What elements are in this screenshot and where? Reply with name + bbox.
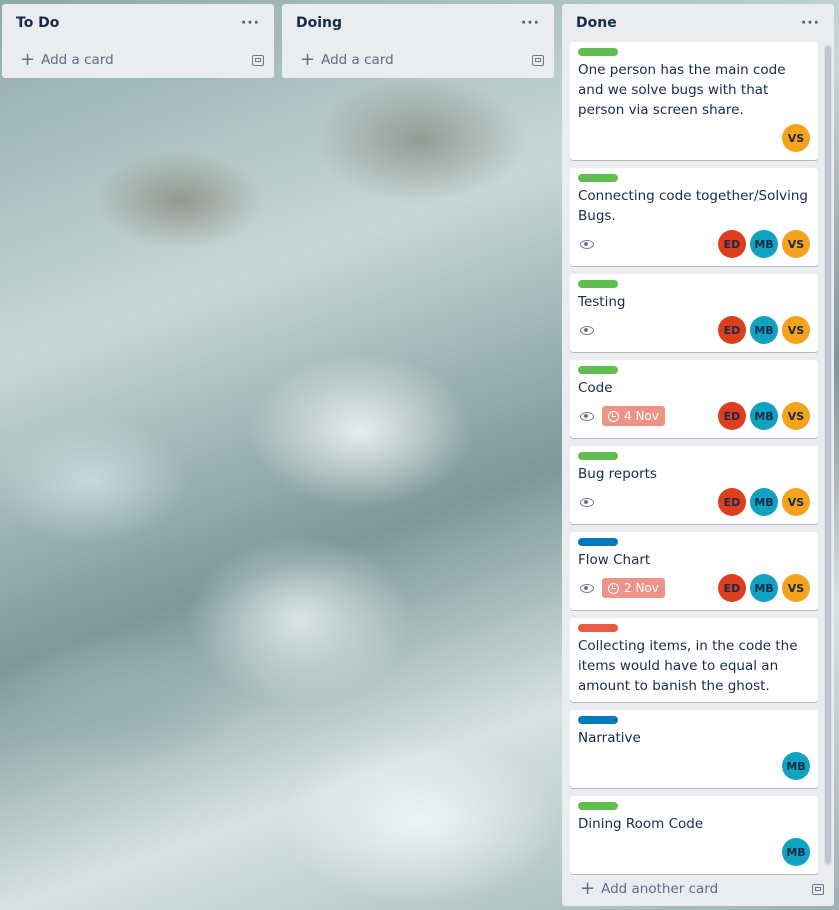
member-avatar[interactable]: MB [750,402,778,430]
member-avatar[interactable]: MB [782,752,810,780]
card[interactable]: Testing ED MB VS [570,274,818,352]
member-avatar[interactable]: ED [718,230,746,258]
card-title: One person has the main code and we solv… [578,62,786,118]
list-scrollbar[interactable] [824,44,832,866]
plus-icon: + [20,49,36,70]
list-header[interactable]: Doing ··· [282,4,554,42]
card-badges: ED MB VS [578,486,810,518]
card-badges: MB [578,750,810,782]
card-template-icon[interactable] [812,883,824,895]
list-menu-icon[interactable]: ··· [517,13,544,33]
card-badges: ED MB VS [578,228,810,260]
card-title: Dining Room Code [578,816,704,832]
card-title: Testing [578,294,626,310]
add-another-card-button[interactable]: + Add another card [562,872,834,906]
card-badges: ED MB VS [578,314,810,346]
card-title: Flow Chart [578,552,651,568]
card-badges: 2 Nov ED MB VS [578,572,810,604]
due-date-badge[interactable]: 4 Nov [602,406,665,426]
card-label-red[interactable] [578,624,618,632]
card-label-green[interactable] [578,48,618,56]
due-date-badge[interactable]: 2 Nov [602,578,665,598]
list-title[interactable]: To Do [16,15,59,31]
card-list: One person has the main code and we solv… [562,42,834,874]
list-title[interactable]: Doing [296,15,342,31]
member-avatar[interactable]: VS [782,230,810,258]
add-card-label: Add another card [601,881,719,897]
card-label-green[interactable] [578,802,618,810]
card-title: Collecting items, in the code the items … [578,638,798,694]
clock-icon [608,410,619,422]
card-label-green[interactable] [578,280,618,288]
member-avatar[interactable]: ED [718,402,746,430]
due-date-text: 4 Nov [624,409,659,423]
member-avatar[interactable]: ED [718,574,746,602]
card-title: Code [578,380,613,396]
card-label-green[interactable] [578,174,618,182]
card-template-icon[interactable] [252,54,264,66]
card-label-blue[interactable] [578,716,618,724]
card[interactable]: Narrative MB [570,710,818,788]
card-badges: VS [578,122,810,154]
card[interactable]: Bug reports ED MB VS [570,446,818,524]
card-badges: MB [578,836,810,868]
list-menu-icon[interactable]: ··· [237,13,264,33]
card-label-green[interactable] [578,452,618,460]
card[interactable]: Dining Room Code MB [570,796,818,874]
member-avatar[interactable]: ED [718,488,746,516]
plus-icon: + [300,49,316,70]
watching-eye-icon [580,239,594,249]
card-title: Connecting code together/Solving Bugs. [578,188,808,224]
list-to-do: To Do ··· + Add a card [2,4,274,78]
clock-icon [608,582,619,594]
card-title: Bug reports [578,466,657,482]
list-title[interactable]: Done [576,15,617,31]
list-header[interactable]: To Do ··· [2,4,274,42]
due-date-text: 2 Nov [624,581,659,595]
add-card-label: Add a card [321,52,394,68]
member-avatar[interactable]: VS [782,574,810,602]
card-title: Narrative [578,730,641,746]
plus-icon: + [580,878,596,899]
member-avatar[interactable]: MB [750,574,778,602]
card[interactable]: Flow Chart 2 Nov ED MB VS [570,532,818,610]
add-card-button[interactable]: + Add a card [2,42,274,78]
member-avatar[interactable]: VS [782,316,810,344]
watching-eye-icon [580,411,594,421]
member-avatar[interactable]: MB [750,488,778,516]
card[interactable]: Collecting items, in the code the items … [570,618,818,702]
watching-eye-icon [580,583,594,593]
list-header[interactable]: Done ··· [562,4,834,42]
card-label-blue[interactable] [578,538,618,546]
card-badges: 4 Nov ED MB VS [578,400,810,432]
member-avatar[interactable]: MB [782,838,810,866]
member-avatar[interactable]: VS [782,124,810,152]
member-avatar[interactable]: ED [718,316,746,344]
list-menu-icon[interactable]: ··· [797,13,824,33]
card-label-green[interactable] [578,366,618,374]
list-doing: Doing ··· + Add a card [282,4,554,78]
watching-eye-icon [580,325,594,335]
card[interactable]: Code 4 Nov ED MB VS [570,360,818,438]
watching-eye-icon [580,497,594,507]
scrollbar-thumb[interactable] [825,46,831,864]
member-avatar[interactable]: MB [750,316,778,344]
card[interactable]: One person has the main code and we solv… [570,42,818,160]
member-avatar[interactable]: VS [782,402,810,430]
member-avatar[interactable]: VS [782,488,810,516]
add-card-label: Add a card [41,52,114,68]
list-done: Done ··· One person has the main code an… [562,4,834,906]
add-card-button[interactable]: + Add a card [282,42,554,78]
member-avatar[interactable]: MB [750,230,778,258]
card-template-icon[interactable] [532,54,544,66]
card[interactable]: Connecting code together/Solving Bugs. ED… [570,168,818,266]
